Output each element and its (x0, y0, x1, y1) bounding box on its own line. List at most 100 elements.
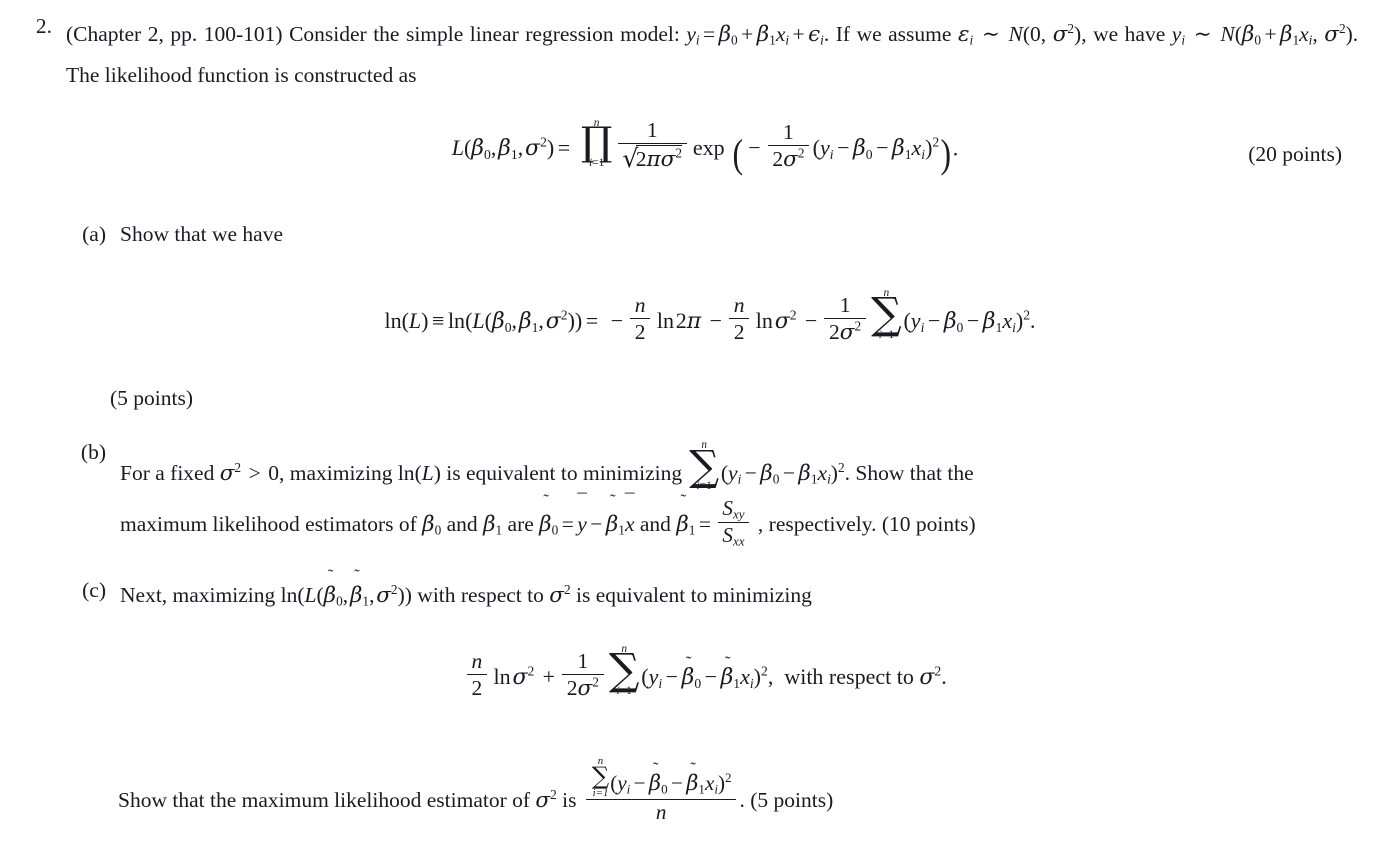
part-c-text-1: Next, maximizing (120, 583, 276, 607)
product-operator: n ∏ i=1 (580, 117, 613, 169)
problem-2-paragraph: (Chapter 2, pp. 100-101) Consider the si… (66, 14, 1358, 96)
sum-glyph: ∑ (689, 440, 720, 490)
part-c-label: (c) (82, 578, 106, 602)
term3-sign: − (804, 308, 818, 334)
final-text-2: is (562, 788, 577, 813)
sum-operator-a: n ∑ i=1 (871, 287, 902, 342)
part-b-line-2: maximum likelihood estimators of β0 and … (120, 490, 1358, 547)
problem-2-block: 2. (Chapter 2, pp. 100-101) Consider the… (22, 14, 1358, 96)
part-a-label: (a) (82, 222, 106, 246)
points-20: (20 points) (1248, 142, 1342, 166)
sum-body-a: (yi − β0− β1xi)2. (903, 307, 1036, 335)
n-over-2-c: n2 (466, 649, 487, 700)
ln-sigma-squared-c: ln σ2 (493, 663, 535, 691)
part-b-text-9: , respectively. (757, 512, 877, 537)
part-c-line-1: Next, maximizing ln(L(β ˜ 0, β ˜ 1, σ2)) wit… (120, 565, 1358, 613)
part-b-label: (b) (80, 440, 106, 464)
problem-2-body: (Chapter 2, pp. 100-101) Consider the si… (66, 14, 1358, 96)
exp-body: (yi − β0− β1xi)2 (812, 134, 940, 163)
part-b-text-5: maximum likelihood estimators of (120, 512, 417, 537)
points-5-c: (5 points) (750, 788, 834, 813)
model-equation: yi = β0 + β1xi + ϵi. (686, 22, 830, 48)
final-text-1: Show that the maximum likelihood estimat… (118, 788, 531, 813)
two-sigma-squared-den-c: 2σ2 (562, 673, 604, 701)
part-b-text-7: are (507, 512, 534, 537)
two-sigma-squared-den: 2σ2 (824, 317, 866, 345)
intro-text-2: If we assume (835, 22, 952, 46)
part-b-text-6: and (446, 512, 478, 537)
distribution-equation: yi ∼ N(β0 + β1xi, σ2). (1171, 20, 1359, 48)
sum-body-c: (yi − β ˜ 0− β ˜ 1xi)2, (641, 652, 774, 691)
part-c-display-row: n 2 ln σ2 +1 2σ2 n ∑ i=1 (yi − β ˜ 0− β ˜ 1xi)2, with re… (0, 643, 1380, 701)
sum-operator-c: n ∑ i=1 (608, 643, 640, 698)
part-a-block: (a) Show that we have (70, 222, 1358, 247)
final-period: . (739, 788, 745, 813)
loglikelihood-display-row: ln(L) ≡ ln(L(β0, β1, σ2)) = − n 2 ln 2π − n 2 ln σ… (0, 287, 1380, 345)
part-b-lnL: ln(L) (397, 461, 441, 486)
term2-sign: − (709, 308, 723, 334)
part-b-text-2: maximizing (289, 461, 393, 486)
part-b-line-1: For a fixed σ2 > 0, maximizing ln(L) is … (120, 440, 1358, 495)
part-c-text-3: is equivalent to minimizing (575, 583, 812, 607)
part-b-text-8: and (639, 512, 671, 537)
gaussian-normalizer-fraction: 1 √ 2πσ2 (617, 118, 687, 172)
sigma2-mle-fraction: n ∑ i=1 (yi − β ˜ 0− β ˜ 1xi)2 n (586, 755, 737, 825)
beta0-estimator: β ˜ 0 = y ¯ − β ˜ 1x ¯ (539, 490, 635, 538)
sum-glyph: ∑ (608, 644, 640, 695)
beta-1-symbol: β1 (483, 512, 503, 538)
likelihood-lhs: L(β0, β1, σ2) = (451, 134, 571, 163)
final-sigma2: σ2 (535, 786, 557, 814)
one-over-2sigma2-c: 1 2σ2 (562, 649, 604, 701)
n-over-2-first: n2 (630, 293, 651, 344)
part-b-text-1: For a fixed (120, 461, 215, 486)
intro-text-3: we have (1093, 22, 1166, 46)
part-c-final-line: Show that the maximum likelihood estimat… (118, 756, 1358, 824)
plus-sign-c: + (542, 664, 556, 690)
term1-sign: − (610, 308, 624, 334)
part-b-text-3: is equivalent to minimizing (446, 461, 683, 486)
part-c-text-2: with respect to (417, 583, 544, 607)
exp-coefficient-fraction: 1 2σ2 (767, 120, 810, 172)
part-c-body: Next, maximizing ln(L(β ˜ 0, β ˜ 1, σ2)) wit… (120, 565, 1358, 613)
part-b-body: For a fixed σ2 > 0, maximizing ln(L) is … (120, 440, 1358, 548)
part-c-block: (c) Next, maximizing ln(L(β ˜ 0, β ˜ 1, σ2))… (70, 565, 1358, 613)
sxy-over-sxx: Sxy Sxx (717, 496, 750, 547)
likelihood-display-row: L(β0, β1, σ2) = n ∏ i=1 1 √ 2πσ2 exp(−1 2σ2 (yi − β… (0, 117, 1380, 176)
chapter-reference: (Chapter 2, pp. 100-101) (66, 22, 283, 46)
n-over-2-second: n2 (728, 293, 750, 344)
document-page: 2. (Chapter 2, pp. 100-101) Consider the… (0, 0, 1380, 846)
likelihood-period: . (952, 135, 959, 161)
points-10-b: (10 points) (881, 512, 976, 537)
part-c-tail-text: with respect to σ2. (784, 663, 947, 691)
problem-number: 2. (35, 14, 52, 38)
sum-glyph: ∑ (871, 288, 902, 339)
part-b-block: (b) For a fixed σ2 > 0, maximizing ln(L)… (70, 440, 1358, 548)
loglikelihood-equation: ln(L) ≡ ln(L(β0, β1, σ2)) = − n 2 ln 2π − n 2 ln σ… (0, 287, 1380, 345)
one-over-2sigma2: 1 2σ2 (824, 293, 866, 345)
part-a-points-row: (5 points) (110, 386, 193, 411)
beta-0-symbol: β0 (422, 512, 442, 538)
ln-2pi: ln 2π (656, 308, 702, 335)
part-b-condition: σ2 > 0, (219, 459, 285, 487)
sum-operator-b: n ∑ i=1 (689, 439, 720, 493)
product-glyph: ∏ (580, 118, 613, 165)
mle-numerator: n ∑ i=1 (yi − β ˜ 0− β ˜ 1xi)2 (591, 755, 732, 799)
assumption-equation: εi ∼ N(0, σ2), (957, 20, 1087, 48)
mle-denominator: n (586, 798, 737, 825)
two-sigma-squared: 2σ2 (767, 145, 810, 172)
part-c-expression: ln(L(β ˜ 0, β ˜ 1, σ2)) (280, 565, 412, 609)
loglikelihood-lhs: ln(L) ≡ ln(L(β0, β1, σ2)) = (384, 307, 599, 335)
sqrt-2pi-sigma2: √ 2πσ2 (617, 143, 687, 172)
part-b-text-4: Show that the (855, 461, 974, 486)
part-c-objective-equation: n 2 ln σ2 +1 2σ2 n ∑ i=1 (yi − β ˜ 0− β ˜ 1xi)2, with re… (0, 643, 1380, 701)
intro-text-1: Consider the simple linear regression mo… (289, 22, 680, 46)
part-b-sum-body: (yi − β0− β1xi)2. (720, 459, 850, 487)
likelihood-equation: L(β0, β1, σ2) = n ∏ i=1 1 √ 2πσ2 exp(−1 2σ2 (yi − β… (451, 117, 959, 176)
exp-label: exp (692, 135, 725, 161)
points-5-a: (5 points) (110, 386, 194, 410)
exp-minus-sign: − (748, 135, 761, 161)
part-c-sigma2: σ2 (549, 581, 571, 608)
part-c-final-row: Show that the maximum likelihood estimat… (118, 756, 1358, 824)
beta1-estimator: β ˜ 1 = Sxy Sxx (676, 492, 758, 547)
inline-sum-operator: n ∑ i=1 (591, 755, 610, 799)
